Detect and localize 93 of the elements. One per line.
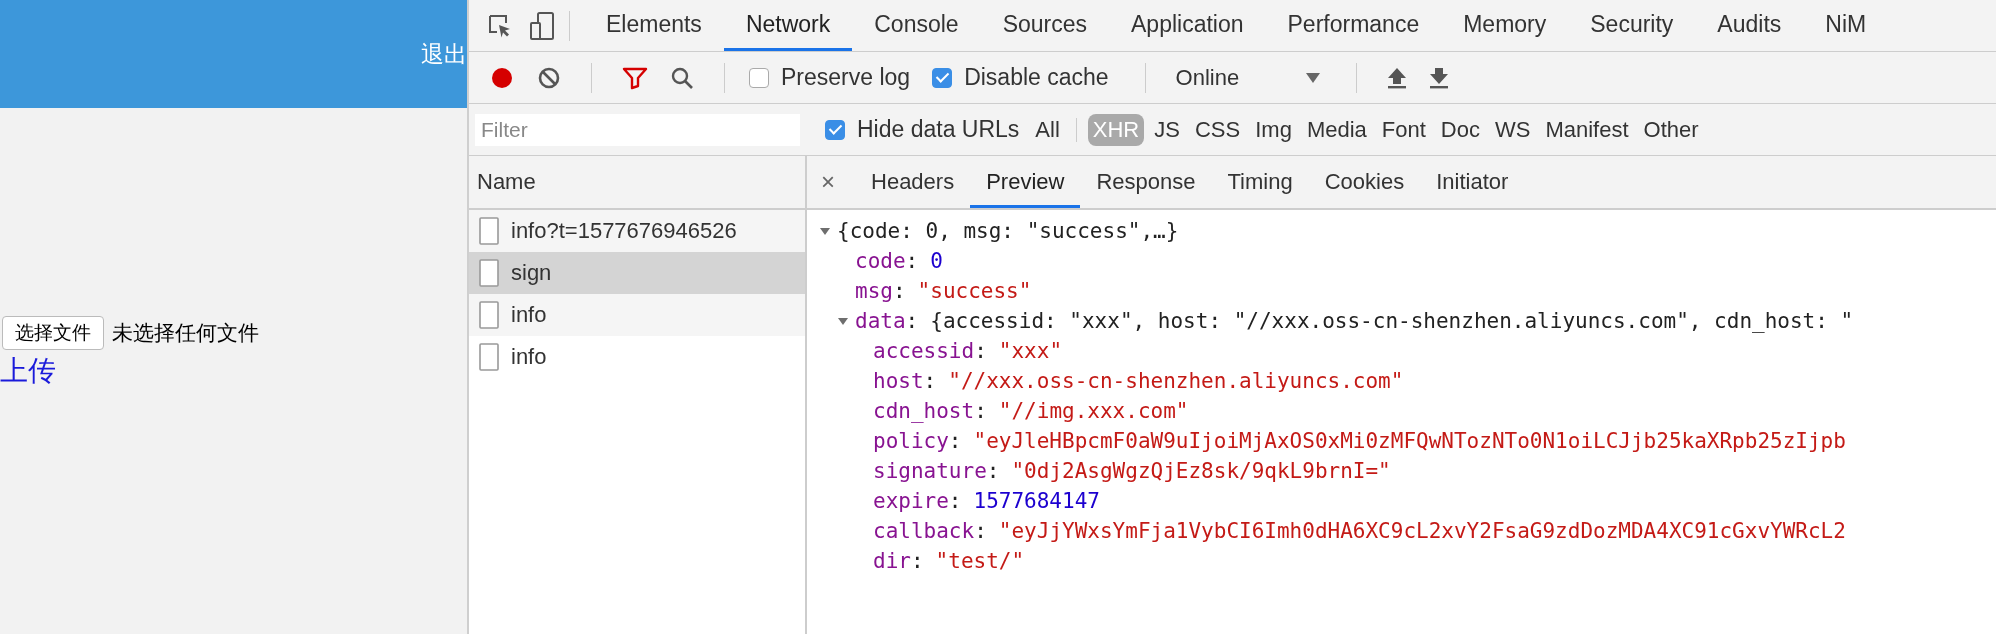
property-key: host [873,369,924,393]
checkbox[interactable] [825,119,845,140]
clear-icon[interactable] [537,65,561,90]
property-key: signature [873,459,987,483]
devtools-tab[interactable]: Audits [1695,0,1804,51]
search-icon[interactable] [670,65,694,90]
string-value: "xxx" [998,339,1063,363]
request-row[interactable]: sign [469,252,805,294]
property-key: dir [873,549,911,573]
colon: : [923,369,937,393]
string-value: "0dj2AsgWgzQjEz8sk/9qkL9brnI=" [1011,459,1391,483]
type-filter-button[interactable]: Other [1638,113,1704,146]
request-name: info [511,344,547,370]
devtools-tab[interactable]: Console [852,0,981,51]
property-key: msg [855,279,893,303]
type-filter-button[interactable]: WS [1489,113,1536,146]
type-filter-button[interactable]: All [1030,113,1065,146]
devtools-tab[interactable]: NiM [1803,0,1889,51]
colon: : [910,549,924,573]
file-icon [479,259,499,287]
string-value: "success" [917,279,1032,303]
colon: : [892,279,906,303]
type-filter-button[interactable]: Manifest [1540,113,1634,146]
colon: : [905,309,919,333]
request-name: sign [511,260,552,286]
colon: : [974,519,987,543]
type-filter-button[interactable]: Img [1250,113,1297,146]
download-icon[interactable] [1428,66,1449,89]
string-value: "//img.xxx.com" [998,399,1189,423]
devtools-tab[interactable]: Memory [1441,0,1569,51]
number-value: 1577684147 [973,489,1100,513]
type-filter-button[interactable]: Font [1376,113,1431,146]
file-icon [479,343,499,371]
type-filter-button[interactable]: CSS [1189,113,1246,146]
dropdown-caret-icon[interactable] [1305,72,1320,83]
checkbox[interactable] [932,67,953,88]
number-value: 0 [930,249,943,273]
devtools-tab[interactable]: Sources [980,0,1109,51]
request-row[interactable]: info?t=1577676946526 [469,210,805,252]
request-row[interactable]: info [469,294,805,336]
close-button[interactable]: × [821,168,835,196]
detail-tab[interactable]: Preview [970,156,1081,208]
property-key: expire [873,489,949,513]
property-key: cdn_host [873,399,975,423]
devtools-tab[interactable]: Performance [1265,0,1442,51]
property-key: policy [873,429,949,453]
object-summary: {code: 0, msg: "success",…} [837,219,1179,243]
property-key: callback [873,519,975,543]
colon: : [974,339,987,363]
checkbox-label[interactable]: Disable cache [964,64,1109,91]
object-summary: {accessid: "xxx", host: "//xxx.oss-cn-shenzhen.aliyuncs.com", cdn_host: " [930,309,1854,333]
filter-icon[interactable] [622,65,648,90]
request-name: info?t=1577676946526 [511,218,737,244]
detail-tab[interactable]: Initiator [1420,156,1525,208]
checkbox[interactable] [749,67,769,88]
expanded-triangle-icon[interactable] [837,315,849,327]
property-key: data [855,309,906,333]
file-icon [479,301,499,329]
detail-tab[interactable]: Response [1080,156,1212,208]
type-filter-button[interactable]: Doc [1435,113,1485,146]
property-key: code [855,249,906,273]
expanded-triangle-icon[interactable] [819,225,831,237]
type-filter-button[interactable]: JS [1149,113,1185,146]
colon: : [905,249,919,273]
choose-file-button[interactable]: 选择文件 [2,316,104,350]
upload-icon[interactable] [1386,66,1407,89]
string-value: "eyJjYWxsYmFja1VybCI6Imh0dHA6XC9cL2xvY2FsaG9zdDozMDA4XC91cGxvYWRcL2 [998,519,1846,543]
string-value: "eyJleHBpcmF0aW9uIjoiMjAxOS0xMi0zMFQwNTozNTo0N1oiLCJjb25kaXRpb25zIjpb [973,429,1846,453]
upload-link[interactable]: 上传 [0,352,56,390]
string-value: "test/" [935,549,1025,573]
detail-tab[interactable]: Headers [855,156,971,208]
property-key: accessid [873,339,975,363]
colon: : [948,429,962,453]
devtools-tab[interactable]: Elements [584,0,724,51]
request-row[interactable]: info [469,336,805,378]
string-value: "//xxx.oss-cn-shenzhen.aliyuncs.com" [948,369,1404,393]
devtools-tab[interactable]: Application [1109,0,1266,51]
devtools-tab[interactable]: Security [1568,0,1696,51]
detail-tab[interactable]: Timing [1211,156,1309,208]
colon: : [986,459,1000,483]
type-filter-button[interactable]: Media [1301,113,1372,146]
device-icon[interactable] [529,10,555,41]
checkbox-label[interactable]: Preserve log [781,64,911,91]
file-icon [479,217,499,245]
file-status: 未选择任何文件 [112,320,259,347]
filter-field[interactable]: Filter [475,113,800,146]
colon: : [948,489,962,513]
colon: : [974,399,987,423]
request-name: info [511,302,547,328]
checkbox-label[interactable]: Hide data URLs [857,116,1020,143]
column-header[interactable]: Name [477,169,536,195]
throttling-dropdown[interactable]: Online [1169,64,1332,91]
detail-tab[interactable]: Cookies [1308,156,1421,208]
